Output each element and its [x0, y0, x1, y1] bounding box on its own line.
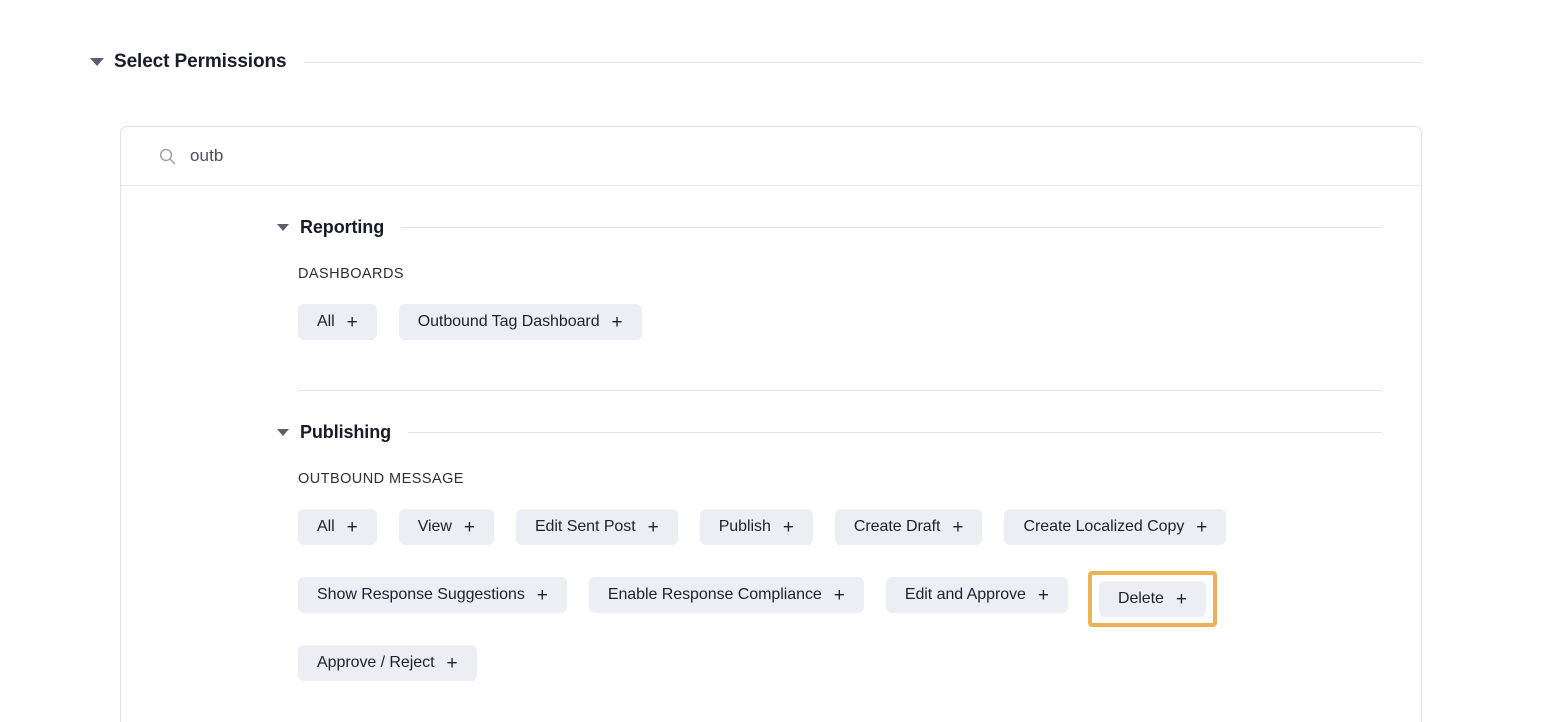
group-header-publishing[interactable]: Publishing	[277, 419, 1382, 445]
permission-chip-create-localized-copy[interactable]: Create Localized Copy +	[1004, 509, 1227, 545]
plus-icon: +	[1175, 589, 1187, 610]
permission-chip-edit-sent-post[interactable]: Edit Sent Post +	[515, 509, 678, 545]
permission-chip-row: All + View + Edit Sent Post + Publish + Create D…	[298, 509, 1382, 571]
plus-icon: +	[1196, 517, 1208, 538]
group-header-divider	[401, 226, 1382, 228]
search-row[interactable]	[121, 127, 1421, 186]
permission-chip-label: All	[317, 313, 335, 330]
select-permissions-header[interactable]: Select Permissions	[90, 48, 1422, 76]
highlight-outline: Delete +	[1087, 571, 1217, 627]
caret-down-icon[interactable]	[277, 428, 289, 436]
plus-icon: +	[346, 517, 358, 538]
permission-chip-label: Outbound Tag Dashboard	[417, 313, 600, 330]
permission-chip-all[interactable]: All +	[298, 509, 377, 545]
plus-icon: +	[446, 653, 458, 674]
permission-chip-view[interactable]: View +	[398, 509, 494, 545]
plus-icon: +	[833, 585, 845, 606]
caret-down-icon[interactable]	[277, 223, 289, 231]
page-title: Select Permissions	[114, 51, 287, 72]
permission-chip-label: View	[417, 518, 452, 535]
plus-icon: +	[536, 585, 548, 606]
search-icon	[159, 148, 176, 165]
plus-icon: +	[1037, 585, 1049, 606]
plus-icon: +	[647, 517, 659, 538]
permissions-screen: Select Permissions Reporting DASHBOARDS Al…	[0, 0, 1544, 722]
permission-chip-label: All	[317, 518, 335, 535]
permission-chip-all[interactable]: All +	[298, 304, 377, 340]
permission-chip-show-response-suggestions[interactable]: Show Response Suggestions +	[298, 577, 567, 613]
permission-chip-enable-response-compliance[interactable]: Enable Response Compliance +	[588, 577, 864, 613]
permission-chip-list: All + View + Edit Sent Post + Publish + Create D…	[298, 509, 1382, 707]
permission-chip-list: All + Outbound Tag Dashboard +	[298, 304, 1382, 366]
permission-chip-label: Show Response Suggestions	[317, 586, 525, 603]
permission-group-publishing: Publishing OUTBOUND MESSAGE All + View + Edit …	[121, 419, 1421, 707]
group-divider	[298, 390, 1382, 391]
group-header-divider	[408, 431, 1382, 433]
plus-icon: +	[346, 312, 358, 333]
permission-chip-outbound-tag-dashboard[interactable]: Outbound Tag Dashboard +	[398, 304, 642, 340]
permission-chip-row: All + Outbound Tag Dashboard +	[298, 304, 1382, 366]
permission-chip-approve-reject[interactable]: Approve / Reject +	[298, 645, 477, 681]
group-header-reporting[interactable]: Reporting	[277, 214, 1382, 240]
plus-icon: +	[782, 517, 794, 538]
permission-chip-publish[interactable]: Publish +	[699, 509, 813, 545]
permission-chip-label: Create Draft	[853, 518, 941, 535]
subgroup-label: DASHBOARDS	[298, 266, 405, 282]
plus-icon: +	[463, 517, 475, 538]
permission-chip-row: Show Response Suggestions + Enable Respons…	[298, 571, 1382, 645]
permission-chip-label: Delete	[1117, 590, 1164, 607]
caret-down-icon[interactable]	[90, 58, 104, 66]
group-title: Reporting	[300, 216, 385, 237]
permission-group-reporting: Reporting DASHBOARDS All + Outbound Tag Dash…	[121, 214, 1421, 366]
group-title: Publishing	[300, 421, 391, 442]
plus-icon: +	[611, 312, 623, 333]
permission-chip-label: Create Localized Copy	[1023, 518, 1185, 535]
permission-chip-label: Enable Response Compliance	[607, 586, 822, 603]
permission-chip-label: Edit Sent Post	[534, 518, 636, 535]
subgroup-label: OUTBOUND MESSAGE	[298, 471, 464, 487]
permission-chip-label: Approve / Reject	[317, 654, 435, 671]
permission-chip-row: Approve / Reject +	[298, 645, 1382, 707]
permission-chip-label: Publish	[718, 518, 771, 535]
permission-chip-create-draft[interactable]: Create Draft +	[834, 509, 983, 545]
permission-chip-label: Edit and Approve	[904, 586, 1026, 603]
header-divider	[304, 61, 1422, 63]
permission-chip-edit-and-approve[interactable]: Edit and Approve +	[885, 577, 1068, 613]
permission-chip-delete[interactable]: Delete +	[1098, 581, 1206, 617]
plus-icon: +	[952, 517, 964, 538]
permissions-panel: ReportingDASHBOARDSAll+Outbound Tag Dash…	[120, 126, 1422, 722]
search-input[interactable]	[190, 146, 690, 166]
permission-groups: Reporting DASHBOARDS All + Outbound Tag Dash…	[121, 214, 1421, 707]
